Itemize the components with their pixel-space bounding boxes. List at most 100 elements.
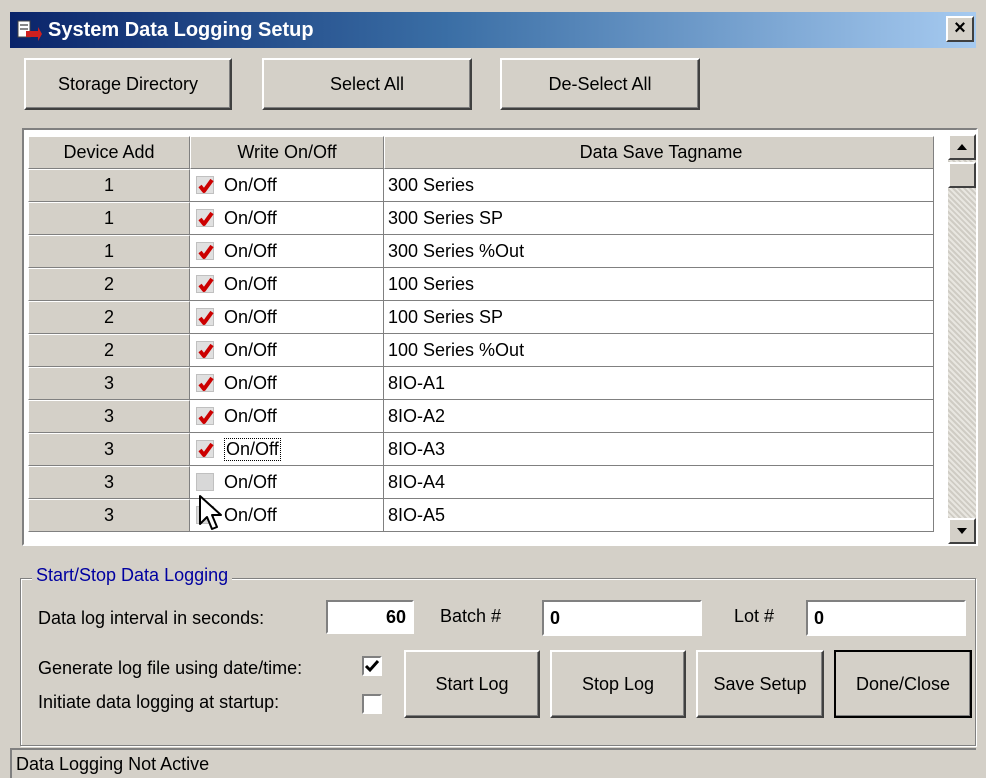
write-checkbox[interactable] bbox=[196, 440, 214, 458]
lot-input[interactable]: 0 bbox=[806, 600, 966, 636]
tagname-cell[interactable]: 100 Series %Out bbox=[384, 334, 934, 367]
stop-log-button[interactable]: Stop Log bbox=[550, 650, 686, 718]
table-row[interactable]: 3 On/Off 8IO-A2 bbox=[28, 400, 934, 433]
column-header-device[interactable]: Device Add bbox=[28, 136, 190, 169]
write-checkbox[interactable] bbox=[196, 374, 214, 392]
status-bar: Data Logging Not Active bbox=[10, 748, 976, 778]
table-row[interactable]: 3 On/Off 8IO-A1 bbox=[28, 367, 934, 400]
logging-group-title: Start/Stop Data Logging bbox=[32, 565, 233, 586]
write-toggle-cell[interactable]: On/Off bbox=[190, 202, 384, 235]
date-time-checkbox[interactable] bbox=[362, 656, 382, 676]
tagname-cell[interactable]: 8IO-A2 bbox=[384, 400, 934, 433]
tag-grid[interactable]: Device Add Write On/Off Data Save Tagnam… bbox=[22, 128, 978, 546]
window-title: System Data Logging Setup bbox=[48, 18, 314, 41]
write-toggle-cell[interactable]: On/Off bbox=[190, 235, 384, 268]
write-toggle-label: On/Off bbox=[224, 207, 277, 228]
write-toggle-cell[interactable]: On/Off bbox=[190, 268, 384, 301]
red-checkmark-icon bbox=[198, 277, 214, 292]
red-checkmark-icon bbox=[198, 409, 214, 424]
device-address-cell[interactable]: 3 bbox=[28, 466, 190, 499]
table-row[interactable]: 1 On/Off 300 Series SP bbox=[28, 202, 934, 235]
scroll-thumb[interactable] bbox=[948, 162, 976, 188]
device-address-cell[interactable]: 2 bbox=[28, 268, 190, 301]
device-address-cell[interactable]: 3 bbox=[28, 433, 190, 466]
startup-checkbox[interactable] bbox=[362, 694, 382, 714]
deselect-all-button[interactable]: De-Select All bbox=[500, 58, 700, 110]
tagname-cell[interactable]: 8IO-A5 bbox=[384, 499, 934, 532]
write-toggle-cell[interactable]: On/Off bbox=[190, 433, 384, 466]
device-address-cell[interactable]: 2 bbox=[28, 334, 190, 367]
close-button[interactable]: × bbox=[946, 16, 974, 42]
arrow-up-icon bbox=[957, 144, 967, 150]
lot-label: Lot # bbox=[734, 606, 775, 626]
tagname-cell[interactable]: 100 Series bbox=[384, 268, 934, 301]
device-address-cell[interactable]: 1 bbox=[28, 202, 190, 235]
app-icon bbox=[16, 17, 42, 43]
write-checkbox[interactable] bbox=[196, 473, 214, 491]
table-row[interactable]: 2 On/Off 100 Series bbox=[28, 268, 934, 301]
column-header-write[interactable]: Write On/Off bbox=[190, 136, 384, 169]
tagname-cell[interactable]: 300 Series %Out bbox=[384, 235, 934, 268]
column-header-tagname[interactable]: Data Save Tagname bbox=[384, 136, 934, 169]
write-toggle-cell[interactable]: On/Off bbox=[190, 301, 384, 334]
table-row[interactable]: 3 On/Off 8IO-A3 bbox=[28, 433, 934, 466]
write-toggle-label: On/Off bbox=[224, 437, 281, 461]
device-address-cell[interactable]: 1 bbox=[28, 169, 190, 202]
red-checkmark-icon bbox=[198, 244, 214, 259]
red-checkmark-icon bbox=[198, 178, 214, 193]
write-toggle-label: On/Off bbox=[224, 273, 277, 294]
title-bar[interactable]: System Data Logging Setup × bbox=[10, 12, 976, 48]
table-row[interactable]: 2 On/Off 100 Series SP bbox=[28, 301, 934, 334]
done-close-button[interactable]: Done/Close bbox=[834, 650, 972, 718]
table-row[interactable]: 1 On/Off 300 Series %Out bbox=[28, 235, 934, 268]
device-address-cell[interactable]: 3 bbox=[28, 400, 190, 433]
write-checkbox[interactable] bbox=[196, 176, 214, 194]
write-checkbox[interactable] bbox=[196, 275, 214, 293]
interval-input[interactable]: 60 bbox=[326, 600, 414, 634]
device-address-cell[interactable]: 2 bbox=[28, 301, 190, 334]
batch-input[interactable]: 0 bbox=[542, 600, 702, 636]
write-toggle-label: On/Off bbox=[224, 306, 277, 327]
write-checkbox[interactable] bbox=[196, 209, 214, 227]
write-toggle-label: On/Off bbox=[224, 471, 277, 492]
tagname-cell[interactable]: 8IO-A4 bbox=[384, 466, 934, 499]
device-address-cell[interactable]: 3 bbox=[28, 499, 190, 532]
red-checkmark-icon bbox=[198, 442, 214, 457]
write-toggle-cell[interactable]: On/Off bbox=[190, 169, 384, 202]
write-toggle-cell[interactable]: On/Off bbox=[190, 367, 384, 400]
vertical-scrollbar[interactable] bbox=[948, 134, 976, 544]
close-icon: × bbox=[954, 17, 966, 39]
tagname-cell[interactable]: 100 Series SP bbox=[384, 301, 934, 334]
scroll-up-button[interactable] bbox=[948, 134, 976, 160]
start-log-button[interactable]: Start Log bbox=[404, 650, 540, 718]
startup-label: Initiate data logging at startup: bbox=[38, 692, 280, 712]
write-checkbox[interactable] bbox=[196, 242, 214, 260]
save-setup-button[interactable]: Save Setup bbox=[696, 650, 824, 718]
table-row[interactable]: 2 On/Off 100 Series %Out bbox=[28, 334, 934, 367]
write-checkbox[interactable] bbox=[196, 341, 214, 359]
write-toggle-label: On/Off bbox=[224, 504, 277, 525]
table-row[interactable]: 3 On/Off 8IO-A5 bbox=[28, 499, 934, 532]
red-checkmark-icon bbox=[198, 376, 214, 391]
storage-directory-button[interactable]: Storage Directory bbox=[24, 58, 232, 110]
tagname-cell[interactable]: 8IO-A1 bbox=[384, 367, 934, 400]
write-checkbox[interactable] bbox=[196, 308, 214, 326]
red-checkmark-icon bbox=[198, 343, 214, 358]
tagname-cell[interactable]: 300 Series bbox=[384, 169, 934, 202]
table-row[interactable]: 1 On/Off 300 Series bbox=[28, 169, 934, 202]
checkmark-icon bbox=[364, 660, 380, 673]
scroll-down-button[interactable] bbox=[948, 518, 976, 544]
table-row[interactable]: 3 On/Off 8IO-A4 bbox=[28, 466, 934, 499]
write-toggle-label: On/Off bbox=[224, 174, 277, 195]
write-checkbox[interactable] bbox=[196, 407, 214, 425]
device-address-cell[interactable]: 3 bbox=[28, 367, 190, 400]
tagname-cell[interactable]: 300 Series SP bbox=[384, 202, 934, 235]
tagname-cell[interactable]: 8IO-A3 bbox=[384, 433, 934, 466]
write-toggle-label: On/Off bbox=[224, 405, 277, 426]
write-toggle-cell[interactable]: On/Off bbox=[190, 400, 384, 433]
select-all-button[interactable]: Select All bbox=[262, 58, 472, 110]
device-address-cell[interactable]: 1 bbox=[28, 235, 190, 268]
write-toggle-label: On/Off bbox=[224, 240, 277, 261]
arrow-down-icon bbox=[957, 528, 967, 534]
write-toggle-cell[interactable]: On/Off bbox=[190, 334, 384, 367]
